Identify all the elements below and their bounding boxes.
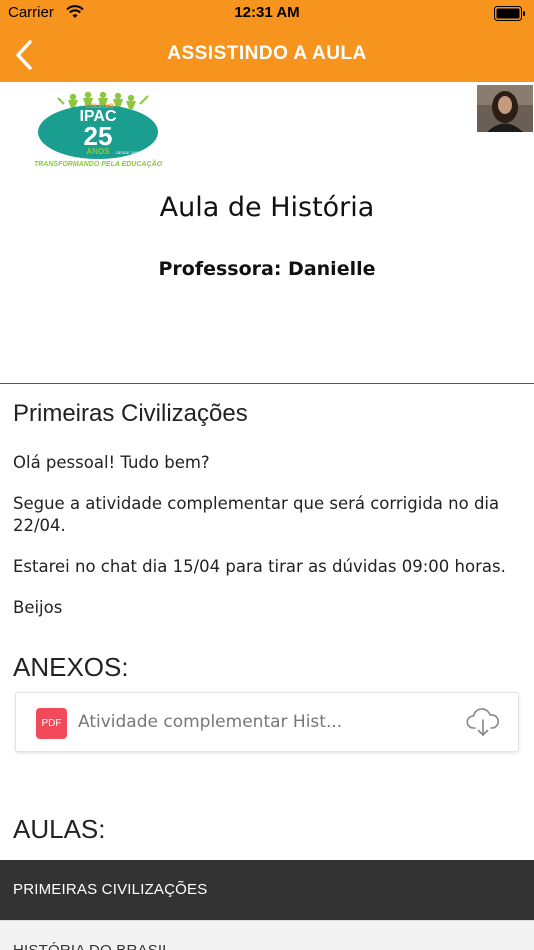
class-title: Aula de História: [159, 192, 375, 223]
lesson-description: Olá pessoal! Tudo bem? Segue a atividade…: [13, 452, 521, 638]
teacher-avatar: [477, 85, 533, 132]
lesson-paragraph: Estarei no chat dia 15/04 para tirar as …: [13, 557, 506, 576]
attachments-heading: ANEXOS:: [13, 652, 129, 682]
lesson-paragraph: Beijos: [13, 598, 63, 617]
nav-bar: ASSISTINDO A AULA: [0, 28, 534, 82]
attachment-name: Atividade complementar Hist...: [78, 712, 343, 732]
lesson-list-item[interactable]: PRIMEIRAS CIVILIZAÇÕES: [0, 860, 534, 920]
status-bar: Carrier 12:31 AM: [0, 0, 534, 28]
divider: [0, 383, 534, 384]
pdf-icon: PDF: [36, 708, 67, 739]
school-logo: COLÉGIO IPAC 25 ANOS DESDE 1995 TRANSFOR…: [34, 91, 163, 168]
page-title: ASSISTINDO A AULA: [167, 43, 367, 64]
lesson-paragraph: Olá pessoal! Tudo bem?: [13, 453, 210, 472]
lesson-list-item[interactable]: HISTÓRIA DO BRASIL: [0, 920, 534, 950]
lesson-paragraph: Segue a atividade complementar que será …: [13, 494, 500, 535]
class-header: COLÉGIO IPAC 25 ANOS DESDE 1995 TRANSFOR…: [0, 82, 534, 383]
logo-years-label: ANOS: [86, 147, 110, 156]
attachment-item[interactable]: PDF Atividade complementar Hist...: [15, 692, 519, 752]
logo-since: DESDE 1995: [116, 150, 141, 155]
logo-tagline: TRANSFORMANDO PELA EDUCAÇÃO: [34, 159, 163, 168]
teacher-video-thumbnail[interactable]: [477, 85, 533, 132]
lessons-heading: AULAS:: [13, 814, 106, 844]
lesson-title: Primeiras Civilizações: [13, 400, 248, 427]
lessons-list: PRIMEIRAS CIVILIZAÇÕES HISTÓRIA DO BRASI…: [0, 860, 534, 950]
status-time: 12:31 AM: [234, 4, 300, 21]
battery-icon: [494, 6, 525, 21]
cloud-download-icon[interactable]: [466, 707, 500, 739]
teacher-name: Professora: Danielle: [158, 258, 376, 280]
